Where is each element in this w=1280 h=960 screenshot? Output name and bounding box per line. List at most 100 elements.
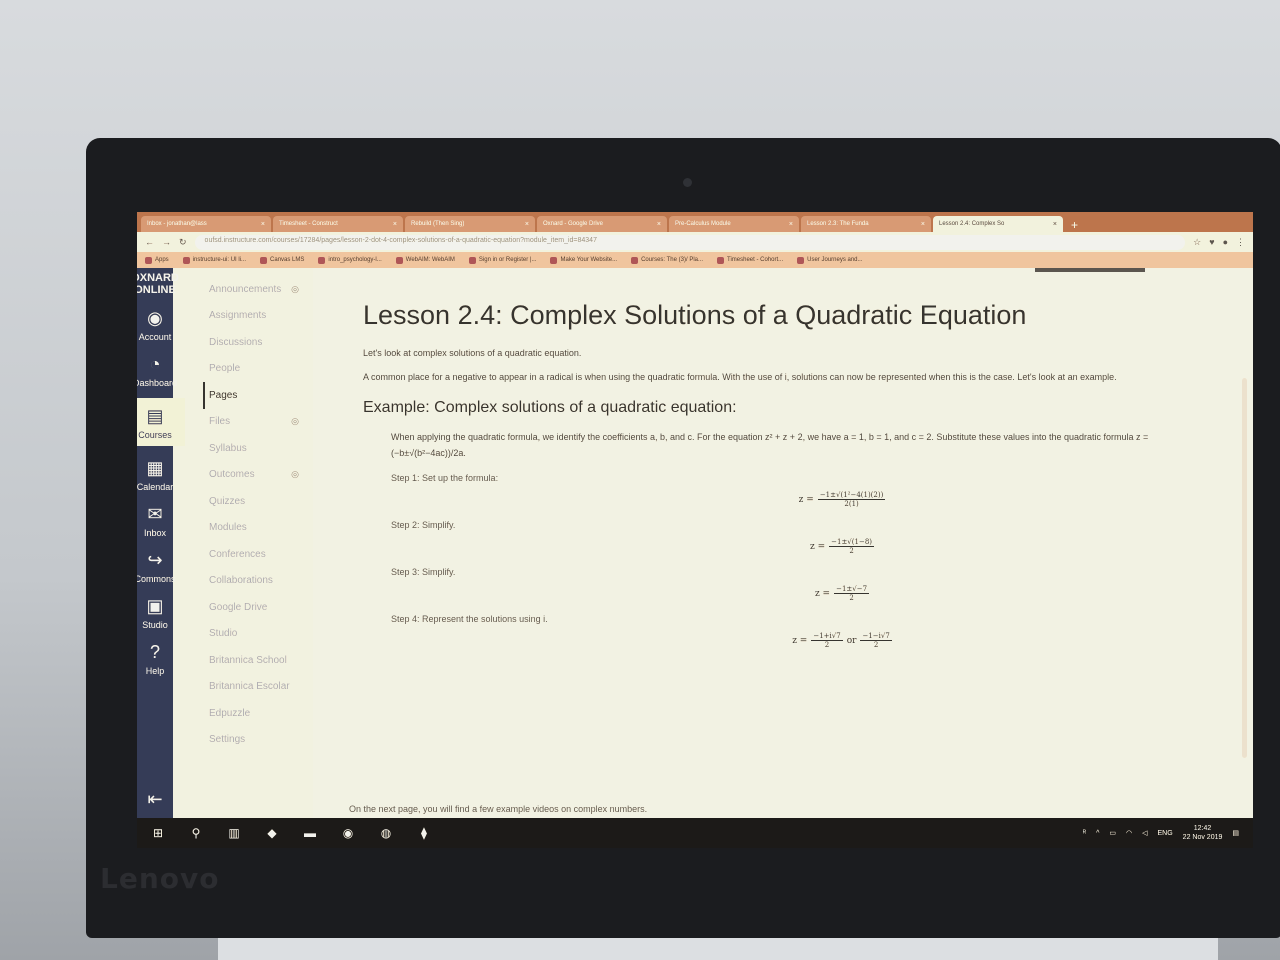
course-nav-google-drive[interactable]: Google Drive	[209, 594, 313, 621]
course-nav-conferences[interactable]: Conferences	[209, 541, 313, 568]
global-nav-help[interactable]: ? Help	[137, 640, 185, 677]
language-indicator[interactable]: ENG	[1158, 830, 1173, 837]
course-nav-people[interactable]: People	[209, 356, 313, 383]
close-icon[interactable]: ×	[921, 221, 925, 228]
tray-chevron-icon[interactable]: ^	[1096, 830, 1099, 837]
wifi-icon[interactable]: ◠	[1126, 829, 1132, 837]
bookmark[interactable]: Make Your Website...	[550, 256, 617, 264]
bookmark[interactable]: WebAIM: WebAIM	[395, 256, 455, 264]
global-nav-commons[interactable]: ↪ Commons	[137, 548, 185, 585]
bookmark[interactable]: User Journeys and...	[797, 256, 863, 264]
course-nav-modules[interactable]: Modules	[209, 515, 313, 542]
file-explorer-icon[interactable]: ▬	[301, 824, 319, 842]
course-nav-syllabus[interactable]: Syllabus	[209, 435, 313, 462]
course-nav-edpuzzle[interactable]: Edpuzzle	[209, 700, 313, 727]
bookmark-label: intro_psychology-l...	[328, 257, 382, 263]
global-nav-account[interactable]: ◉ Account	[137, 306, 185, 343]
browser-tab[interactable]: Oxnard - Google Drive ×	[537, 216, 667, 232]
new-tab-icon[interactable]: +	[1065, 218, 1084, 232]
bookmark-label: Apps	[155, 257, 169, 263]
scrollbar[interactable]	[1242, 378, 1247, 758]
intro-text: Let's look at complex solutions of a qua…	[363, 348, 582, 358]
bookmark-icon	[550, 256, 558, 264]
global-nav-calendar[interactable]: ▦ Calendar	[137, 456, 185, 493]
bookmark[interactable]: Canvas LMS	[260, 256, 304, 264]
equation: z = −1±√(1−8) 2	[491, 538, 1193, 555]
course-nav-discussions[interactable]: Discussions	[209, 329, 313, 356]
menu-icon[interactable]: ⋮	[1236, 237, 1245, 248]
bookmark-icon	[797, 256, 805, 264]
browser-tab[interactable]: Pre-Calculus Module ×	[669, 216, 799, 232]
app-icon[interactable]: ◆	[263, 824, 281, 842]
global-nav-studio[interactable]: ▣ Studio	[137, 594, 185, 631]
vscode-icon[interactable]: ⧫	[415, 824, 433, 842]
close-icon[interactable]: ×	[525, 221, 529, 228]
course-nav-britannica-escolar[interactable]: Britannica Escolar	[209, 674, 313, 701]
course-nav-outcomes[interactable]: Outcomes ◎	[209, 462, 313, 489]
browser-tab[interactable]: Inbox - jonathan@lass ×	[141, 216, 271, 232]
course-nav-quizzes[interactable]: Quizzes	[209, 488, 313, 515]
brand-logo: Lenovo	[100, 862, 220, 895]
url-input[interactable]: oufsd.instructure.com/courses/17284/page…	[194, 234, 1186, 250]
course-nav-files[interactable]: Files ◎	[209, 409, 313, 436]
bookmark[interactable]: Timesheet - Cohort...	[717, 256, 783, 264]
notifications-icon[interactable]: ▤	[1232, 829, 1239, 837]
course-nav-label: Announcements	[209, 283, 282, 295]
bookmark-label: Sign in or Register |...	[478, 257, 537, 263]
forward-icon[interactable]: →	[162, 237, 171, 247]
close-icon[interactable]: ×	[393, 221, 397, 228]
collapse-nav-icon[interactable]: ⇤	[147, 789, 162, 810]
course-nav-britannica-school[interactable]: Britannica School	[209, 647, 313, 674]
denominator: 2	[873, 641, 879, 649]
browser-icon[interactable]: ◍	[377, 824, 395, 842]
global-nav-dashboard[interactable]: ◔ Dashboard	[137, 352, 185, 389]
browser-tab[interactable]: Rebuild (Then Sing) ×	[405, 216, 535, 232]
bookmark[interactable]: intro_psychology-l...	[318, 256, 382, 264]
search-icon[interactable]: ⚲	[187, 824, 205, 842]
equation: z = −1+i√7 2 or −1−i√7 2	[491, 632, 1193, 649]
star-icon[interactable]: ☆	[1193, 237, 1201, 248]
browser-tab[interactable]: Lesson 2.3: The Funda ×	[801, 216, 931, 232]
course-nav-pages[interactable]: Pages	[203, 382, 313, 409]
browser-tab-active[interactable]: Lesson 2.4: Complex So ×	[933, 216, 1063, 232]
course-nav-collaborations[interactable]: Collaborations	[209, 568, 313, 595]
bookmark[interactable]: Courses: The (3)/ Pla...	[631, 256, 703, 264]
commons-icon: ↪	[147, 549, 163, 570]
course-nav-announcements[interactable]: Announcements ◎	[209, 276, 313, 303]
nav-label: Dashboard	[137, 378, 178, 388]
volume-icon[interactable]: ◁	[1142, 829, 1147, 837]
global-nav-inbox[interactable]: ✉ Inbox	[137, 502, 185, 539]
bookmark-icon	[395, 256, 403, 264]
course-nav-assignments[interactable]: Assignments	[209, 303, 313, 330]
course-nav-label: Assignments	[209, 310, 267, 322]
close-icon[interactable]: ×	[261, 221, 265, 228]
browser-tab[interactable]: Timesheet - Construct ×	[273, 216, 403, 232]
bookmark[interactable]: Apps	[145, 256, 169, 264]
address-bar-row: ← → ↻ oufsd.instructure.com/courses/1728…	[137, 232, 1253, 252]
global-nav-courses[interactable]: ▤ Courses	[137, 398, 185, 446]
clock[interactable]: 12:42 22 Nov 2019	[1183, 824, 1223, 842]
back-icon[interactable]: ←	[145, 237, 154, 247]
denominator: 2(1)	[844, 500, 859, 508]
logo-line: OXNARD	[137, 272, 179, 284]
bookmark-icon	[717, 256, 724, 264]
course-nav-settings[interactable]: Settings	[209, 727, 313, 754]
step-label: Step 4: Represent the solutions using i.	[391, 614, 548, 624]
people-icon[interactable]: ᴿ	[1083, 830, 1086, 837]
profile-icon[interactable]: ●	[1223, 237, 1228, 247]
reload-icon[interactable]: ↻	[179, 237, 187, 248]
task-view-icon[interactable]: ▥	[225, 824, 243, 842]
close-icon[interactable]: ×	[657, 221, 661, 228]
course-nav-studio[interactable]: Studio	[209, 621, 313, 648]
chrome-icon[interactable]: ◉	[339, 824, 357, 842]
close-icon[interactable]: ×	[1053, 221, 1057, 228]
windows-start-icon[interactable]: ⊞	[149, 824, 167, 842]
bookmark[interactable]: instructure-ui: UI li...	[182, 256, 246, 264]
battery-icon[interactable]: ▭	[1109, 829, 1116, 837]
heart-icon[interactable]: ♥	[1209, 237, 1214, 247]
nav-label: Help	[145, 666, 165, 676]
institution-logo[interactable]: OXNARD ONLINE	[137, 272, 179, 296]
eye-icon: ◎	[291, 469, 299, 480]
close-icon[interactable]: ×	[789, 221, 793, 228]
bookmark[interactable]: Sign in or Register |...	[468, 256, 537, 264]
